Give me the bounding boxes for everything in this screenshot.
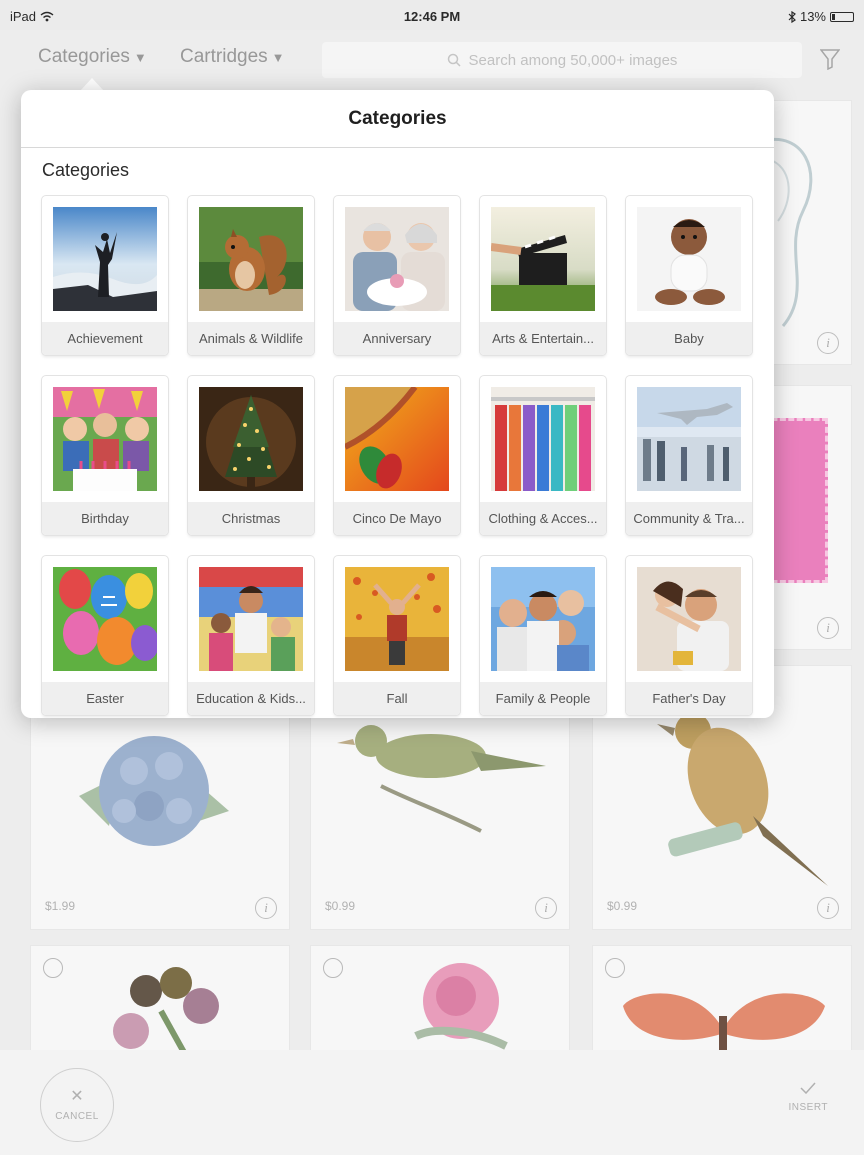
category-label: Clothing & Acces... (480, 502, 606, 535)
popover-header: Categories (21, 90, 774, 148)
category-tile-christmas[interactable]: Christmas (188, 376, 314, 535)
section-label: Categories (42, 160, 130, 180)
category-thumbnail (637, 387, 741, 491)
category-thumbnail (53, 387, 157, 491)
category-label: Family & People (480, 682, 606, 715)
battery-percent: 13% (799, 9, 826, 24)
category-tile-arts-entertainment[interactable]: Arts & Entertain... (480, 196, 606, 355)
category-label: Education & Kids... (188, 682, 314, 715)
category-label: Animals & Wildlife (188, 322, 314, 355)
category-label: Anniversary (334, 322, 460, 355)
category-label: Cinco De Mayo (334, 502, 460, 535)
category-label: Achievement (42, 322, 168, 355)
category-tile-family-people[interactable]: Family & People (480, 556, 606, 715)
battery-icon (830, 11, 854, 22)
category-thumbnail (53, 567, 157, 671)
category-thumbnail (345, 207, 449, 311)
clock: 12:46 PM (403, 9, 461, 24)
category-tile-community-travel[interactable]: Community & Tra... (626, 376, 752, 535)
category-thumbnail (345, 567, 449, 671)
category-thumbnail (199, 387, 303, 491)
category-tile-anniversary[interactable]: Anniversary (334, 196, 460, 355)
category-thumbnail (345, 387, 449, 491)
category-tile-cinco-de-mayo[interactable]: Cinco De Mayo (334, 376, 460, 535)
category-label: Father's Day (626, 682, 752, 715)
category-label: Baby (626, 322, 752, 355)
category-tile-education-kids[interactable]: Education & Kids... (188, 556, 314, 715)
category-label: Arts & Entertain... (480, 322, 606, 355)
category-tile-clothing-accessories[interactable]: Clothing & Acces... (480, 376, 606, 535)
category-tile-easter[interactable]: Easter (42, 556, 168, 715)
status-bar: iPad 12:46 PM 13% (0, 0, 864, 30)
categories-popover: Categories Categories Achievement Animal… (21, 90, 774, 718)
category-tile-fathers-day[interactable]: Father's Day (626, 556, 752, 715)
category-label: Christmas (188, 502, 314, 535)
category-thumbnail (199, 207, 303, 311)
category-label: Birthday (42, 502, 168, 535)
category-tile-animals-wildlife[interactable]: Animals & Wildlife (188, 196, 314, 355)
category-label: Easter (42, 682, 168, 715)
category-thumbnail (199, 567, 303, 671)
category-thumbnail (491, 207, 595, 311)
category-label: Community & Tra... (626, 502, 752, 535)
category-thumbnail (637, 567, 741, 671)
category-thumbnail (637, 207, 741, 311)
category-thumbnail (491, 567, 595, 671)
category-thumbnail (53, 207, 157, 311)
bluetooth-icon (788, 10, 796, 23)
category-thumbnail (491, 387, 595, 491)
category-tile-fall[interactable]: Fall (334, 556, 460, 715)
popover-title: Categories (348, 107, 447, 129)
category-tile-birthday[interactable]: Birthday (42, 376, 168, 535)
category-tile-achievement[interactable]: Achievement (42, 196, 168, 355)
category-label: Fall (334, 682, 460, 715)
category-tile-baby[interactable]: Baby (626, 196, 752, 355)
